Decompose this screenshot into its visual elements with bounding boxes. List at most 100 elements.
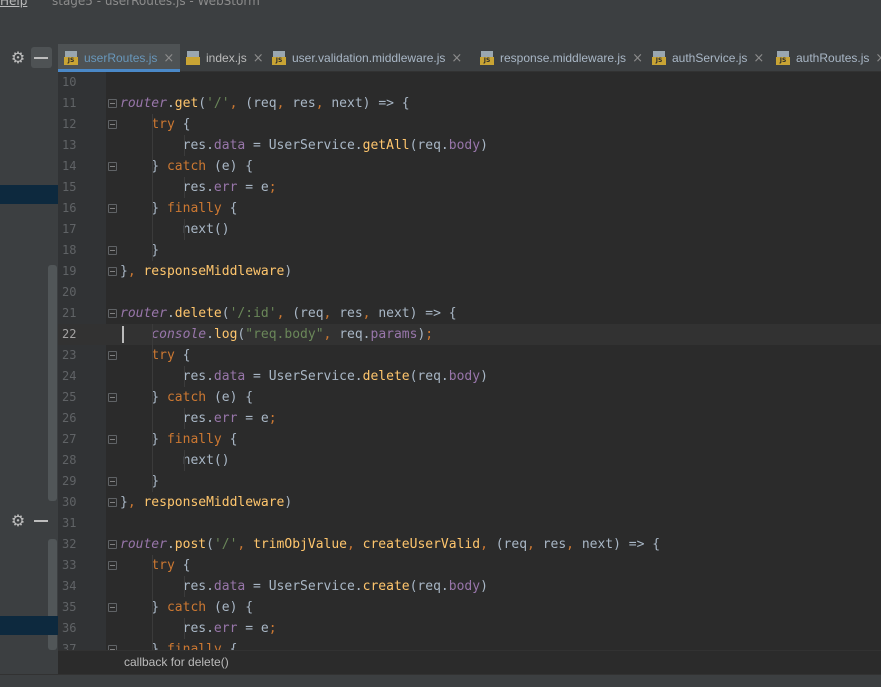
indent-guide xyxy=(184,177,185,198)
code-line[interactable] xyxy=(58,471,881,492)
code-token: ) xyxy=(480,579,488,594)
code-token: next() xyxy=(120,453,230,468)
code-token: router xyxy=(120,96,167,111)
code-token: try xyxy=(151,117,183,132)
code-editor[interactable]: 10 11 router.get('/', (req, res, next) => … xyxy=(58,72,881,650)
close-icon[interactable]: × xyxy=(253,52,264,65)
close-icon[interactable]: × xyxy=(753,52,764,65)
close-icon[interactable]: × xyxy=(451,52,462,65)
close-icon[interactable]: × xyxy=(875,52,881,65)
code-token: finally xyxy=(166,432,230,447)
code-line[interactable] xyxy=(58,282,881,303)
indent-guide xyxy=(184,576,185,597)
code-text: try { xyxy=(120,114,190,135)
minus-icon xyxy=(34,57,48,59)
code-token: ) xyxy=(480,138,488,153)
menu-help[interactable]: Help xyxy=(0,0,27,8)
line-number: 12 xyxy=(62,117,77,131)
tab-user-validation-middleware[interactable]: JS user.validation.middleware.js × xyxy=(266,44,474,72)
code-token: (req. xyxy=(409,138,449,153)
indent-guide xyxy=(184,450,185,471)
code-text: next() xyxy=(120,219,230,240)
selected-tree-item[interactable] xyxy=(0,616,58,635)
close-icon[interactable]: × xyxy=(163,52,174,65)
line-number: 23 xyxy=(62,348,77,362)
code-token: res. xyxy=(120,138,214,153)
code-token: = UserService. xyxy=(245,138,363,153)
code-token: router xyxy=(120,537,167,552)
tab-index[interactable]: index.js × xyxy=(180,44,266,72)
code-token: . xyxy=(166,537,175,552)
tab-authservice[interactable]: JS authService.js × xyxy=(646,44,770,72)
line-number: 37 xyxy=(62,642,77,650)
tab-authroutes[interactable]: JS authRoutes.js × xyxy=(770,44,881,72)
line-number: 20 xyxy=(62,285,77,299)
code-token: { xyxy=(229,642,238,650)
fold-marker-icon[interactable] xyxy=(108,477,117,486)
code-token: params xyxy=(370,327,418,342)
fold-marker-icon[interactable] xyxy=(108,540,117,549)
tab-userroutes[interactable]: JS userRoutes.js × xyxy=(58,44,180,72)
line-number: 17 xyxy=(62,222,77,236)
code-token: , xyxy=(566,537,582,552)
code-token: data xyxy=(213,369,246,384)
line-number: 31 xyxy=(62,516,77,530)
tab-response-middleware[interactable]: JS response.middleware.js × xyxy=(474,44,646,72)
code-line[interactable] xyxy=(58,72,881,93)
code-token: create xyxy=(362,579,410,594)
code-token: , xyxy=(276,96,293,111)
fold-marker-icon[interactable] xyxy=(108,498,117,507)
js-file-icon: JS xyxy=(64,51,78,65)
code-token: body xyxy=(448,138,481,153)
code-token: , xyxy=(276,306,293,321)
fold-marker-icon[interactable] xyxy=(108,435,117,444)
code-token: } xyxy=(120,243,160,258)
code-token: console xyxy=(151,327,207,342)
line-number: 18 xyxy=(62,243,77,257)
fold-marker-icon[interactable] xyxy=(108,162,117,171)
selected-tree-item[interactable] xyxy=(0,185,58,204)
code-token: ( xyxy=(206,537,214,552)
line-number: 33 xyxy=(62,558,77,572)
line-number: 35 xyxy=(62,600,77,614)
gear-icon[interactable]: ⚙ xyxy=(8,48,28,68)
code-token: res. xyxy=(120,621,214,636)
code-token: catch xyxy=(166,159,214,174)
code-token: ; xyxy=(425,327,434,342)
js-badge: JS xyxy=(64,57,78,65)
code-text: res.data = UserService.delete(req.body) xyxy=(120,366,488,387)
close-icon[interactable]: × xyxy=(632,52,643,65)
panel-scrollbar[interactable] xyxy=(48,265,57,501)
code-text: res.err = e; xyxy=(120,177,277,198)
code-token: } xyxy=(120,495,128,510)
code-token: } xyxy=(120,201,167,216)
code-token: ; xyxy=(268,411,277,426)
fold-marker-icon[interactable] xyxy=(108,246,117,255)
code-line[interactable] xyxy=(58,513,881,534)
code-token: , xyxy=(229,96,246,111)
code-token: . xyxy=(166,306,175,321)
minus-icon[interactable] xyxy=(34,520,48,522)
fold-marker-icon[interactable] xyxy=(108,561,117,570)
fold-marker-icon[interactable] xyxy=(108,309,117,318)
code-line[interactable] xyxy=(58,240,881,261)
fold-marker-icon[interactable] xyxy=(108,120,117,129)
fold-marker-icon[interactable] xyxy=(108,99,117,108)
fold-marker-icon[interactable] xyxy=(108,393,117,402)
code-token: } xyxy=(120,264,128,279)
breadcrumb-item[interactable]: callback for delete() xyxy=(124,655,229,669)
code-text: }, responseMiddleware) xyxy=(120,261,292,282)
code-text: res.err = e; xyxy=(120,408,277,429)
fold-marker-icon[interactable] xyxy=(108,351,117,360)
fold-marker-icon[interactable] xyxy=(108,267,117,276)
code-token: , xyxy=(527,537,543,552)
gear-icon[interactable]: ⚙ xyxy=(8,511,28,531)
fold-marker-icon[interactable] xyxy=(108,603,117,612)
code-token: , xyxy=(362,306,379,321)
fold-marker-icon[interactable] xyxy=(108,204,117,213)
code-token: , xyxy=(347,537,363,552)
code-text: } xyxy=(120,471,159,492)
